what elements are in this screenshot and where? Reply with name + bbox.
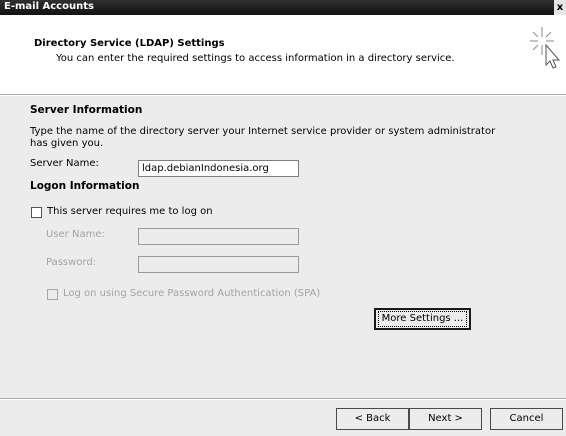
server-information-heading: Server Information [30, 104, 143, 116]
back-button[interactable]: < Back [336, 408, 409, 430]
window-title: E-mail Accounts [4, 1, 94, 12]
spa-label: Log on using Secure Password Authenticat… [63, 288, 321, 299]
wizard-header: Directory Service (LDAP) Settings You ca… [0, 15, 566, 94]
more-settings-button[interactable]: More Settings ... [374, 308, 471, 330]
page-title: Directory Service (LDAP) Settings [34, 38, 225, 49]
close-button[interactable]: x [554, 0, 566, 15]
wizard-body: Server Information Type the name of the … [0, 96, 566, 398]
server-name-label: Server Name: [30, 158, 99, 169]
wizard-sparkle-cursor-icon [530, 27, 561, 69]
password-label: Password: [46, 257, 97, 268]
cancel-button[interactable]: Cancel [490, 408, 563, 430]
requires-logon-label: This server requires me to log on [47, 206, 213, 217]
title-bar: E-mail Accounts x [0, 0, 566, 15]
next-button[interactable]: Next > [409, 408, 482, 430]
spa-checkbox[interactable] [47, 289, 58, 300]
logon-information-heading: Logon Information [30, 180, 140, 192]
password-input[interactable] [138, 256, 299, 273]
user-name-label: User Name: [46, 229, 105, 240]
requires-logon-checkbox[interactable] [31, 207, 42, 218]
server-description-line2: has given you. [30, 138, 104, 149]
wizard-footer: < Back Next > Cancel [0, 400, 566, 436]
server-description-line1: Type the name of the directory server yo… [30, 126, 496, 137]
user-name-input[interactable] [138, 228, 299, 245]
more-settings-label: More Settings ... [377, 311, 468, 327]
server-name-input[interactable]: ldap.debianIndonesia.org [138, 160, 299, 177]
page-subtitle: You can enter the required settings to a… [56, 53, 455, 64]
